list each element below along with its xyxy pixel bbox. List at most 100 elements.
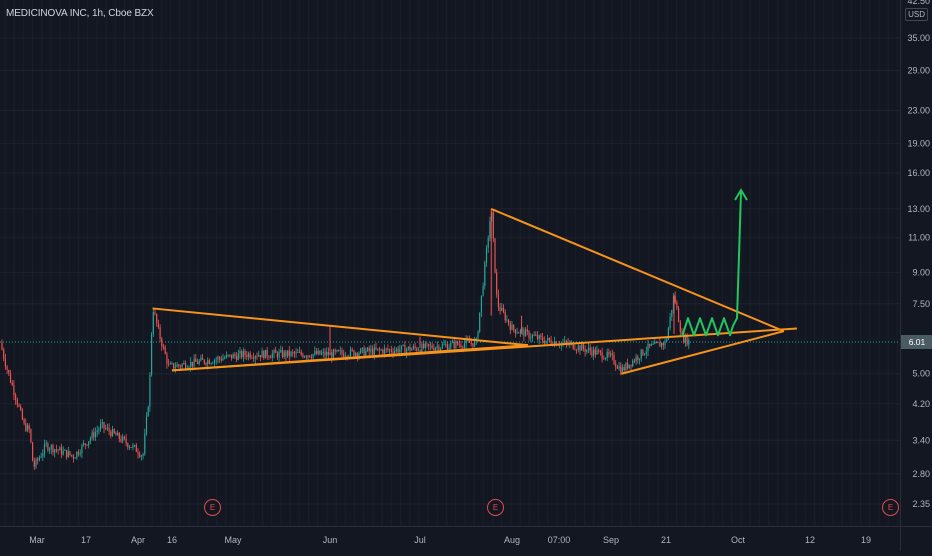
candle-body [287, 350, 289, 357]
candle-body [64, 449, 66, 451]
candle-body [47, 443, 49, 451]
candle-body [380, 349, 382, 351]
candle-body [375, 347, 377, 350]
candle-body [137, 451, 139, 454]
price-tick-label: 7.50 [912, 299, 930, 309]
candle-body [338, 350, 340, 351]
candle-body [54, 449, 56, 453]
candle-body [613, 355, 615, 364]
candle-body [193, 358, 195, 366]
candle-body [145, 416, 148, 434]
time-tick-label: 12 [805, 535, 815, 545]
candle-body [310, 356, 312, 358]
candle-body [239, 351, 241, 354]
candle-body [390, 349, 392, 352]
candle-body [451, 341, 454, 343]
earnings-icon[interactable]: E [204, 499, 221, 516]
candle-body [293, 352, 295, 354]
candle-body [11, 382, 13, 386]
candle-body [635, 356, 637, 362]
candle-body [463, 343, 465, 348]
candle-body [135, 444, 137, 452]
candle-body [256, 356, 258, 358]
candle-body [202, 357, 204, 360]
candle-body [576, 349, 578, 351]
candle-body [295, 352, 297, 354]
candle-body [485, 247, 488, 263]
candle-body [644, 353, 646, 355]
candle-body [601, 351, 603, 359]
candle-body [49, 449, 51, 451]
candle-body [642, 349, 644, 355]
candle-body [71, 454, 73, 456]
candle-body [525, 329, 527, 337]
candle-body [101, 422, 103, 424]
candle-body [161, 338, 163, 347]
rising-support-trendline[interactable] [171, 327, 797, 372]
price-tick-label: 29.00 [907, 65, 930, 75]
candle-body [200, 357, 202, 361]
candle-body [504, 312, 506, 321]
candle-body [593, 349, 595, 356]
candle-body [259, 355, 261, 358]
candle-body [152, 312, 154, 334]
time-tick-label: Aug [504, 535, 520, 545]
candle-body [383, 348, 386, 354]
candle-body [356, 353, 358, 357]
candle-body [373, 347, 375, 355]
candle-body [213, 360, 216, 364]
candle-body [586, 349, 588, 352]
earnings-icon[interactable]: E [487, 499, 504, 516]
candle-body [565, 340, 567, 343]
candle-body [620, 366, 622, 374]
candle-body [530, 337, 532, 339]
earnings-icon[interactable]: E [882, 499, 899, 516]
candle-body [344, 356, 346, 358]
candle-body [117, 432, 119, 436]
candle-body [190, 361, 192, 368]
candle-body [372, 348, 374, 355]
candle-body [604, 357, 607, 360]
price-axis[interactable]: 35.00 29.00 23.00 19.00 16.00 13.00 11.00 9.00 7… [900, 0, 932, 526]
chart-area[interactable]: MEDICINOVA INC, 1h, Cboe BZX [0, 0, 900, 526]
candle-body [227, 354, 229, 356]
candle-body [79, 453, 81, 455]
candle-body [329, 352, 331, 356]
candle-body [154, 312, 156, 315]
price-tick-label: 2.80 [912, 469, 930, 479]
time-tick-label: Jun [323, 535, 338, 545]
candle-body [271, 353, 273, 358]
price-tick-label: 11.00 [908, 233, 930, 243]
time-tick-label: 17 [81, 535, 91, 545]
price-chart[interactable] [0, 0, 900, 526]
candle-body [9, 373, 12, 383]
candle-body [283, 351, 285, 358]
candle-body [661, 342, 663, 347]
candle-body [400, 345, 403, 350]
candle-body [508, 319, 510, 324]
time-axis[interactable]: Mar 17 Apr 16 May Jun Jul Aug 07:00 Sep 21 Oct 12 19 [0, 526, 900, 551]
candle-body [368, 347, 370, 352]
candle-body [688, 340, 690, 345]
symbol-title: MEDICINOVA INC, 1h, Cboe BZX [6, 8, 154, 19]
candle-body [676, 302, 678, 309]
candle-body [433, 348, 435, 351]
candle-body [377, 348, 379, 350]
candle-body [645, 351, 647, 354]
candle-body [547, 337, 549, 341]
candle-body [355, 353, 357, 356]
currency-badge[interactable]: USD [905, 8, 928, 21]
candle-body [254, 356, 256, 359]
candle-body [253, 357, 255, 359]
candle-body [431, 345, 433, 349]
candle-body [533, 335, 535, 336]
candle-body [548, 337, 550, 341]
candle-body [474, 340, 476, 347]
candle-body [132, 445, 134, 448]
candle-body [241, 351, 243, 358]
candle-body [273, 350, 275, 354]
triangle-upper-trendline[interactable] [152, 307, 529, 347]
candle-body [113, 429, 115, 433]
time-tick-label: Mar [29, 535, 45, 545]
candle-body [514, 329, 516, 334]
